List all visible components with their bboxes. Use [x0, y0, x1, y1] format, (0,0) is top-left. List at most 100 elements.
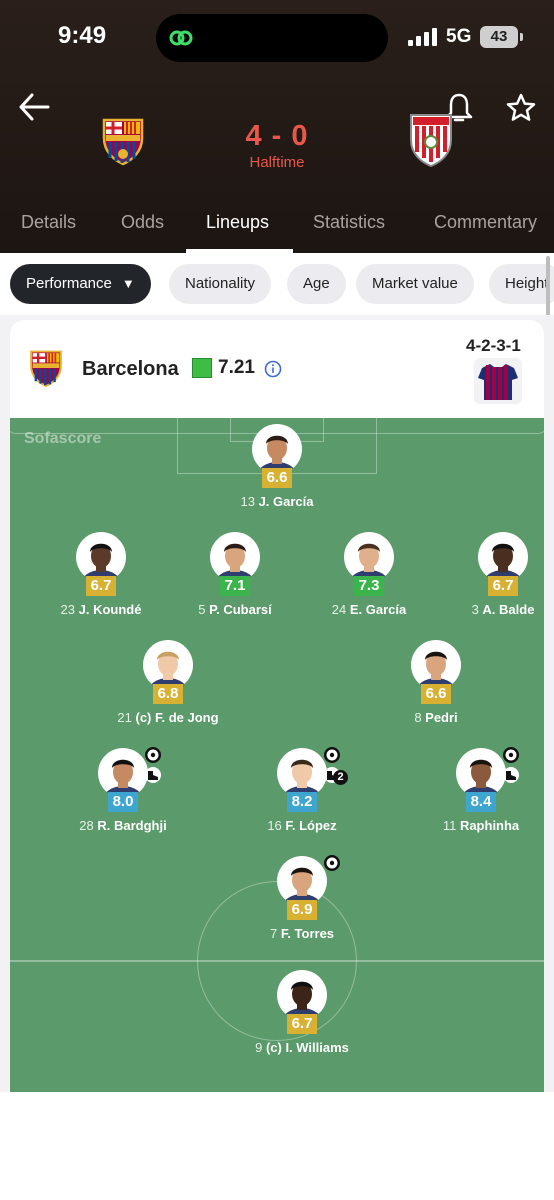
- dynamic-island: [156, 14, 388, 62]
- player-name: 8 Pedri: [361, 710, 511, 725]
- player-name-text: J. Koundé: [78, 602, 142, 617]
- match-status: Halftime: [249, 154, 305, 171]
- player-0[interactable]: 6.6 13 J. García: [202, 424, 352, 524]
- player-avatar: [277, 970, 327, 1020]
- chip-performance[interactable]: Performance ▼: [10, 264, 151, 304]
- goal-ball-icon: [324, 747, 340, 763]
- player-name-text: P. Cubarsí: [209, 602, 272, 617]
- player-name: 7 F. Torres: [227, 926, 377, 941]
- player-avatar: [76, 532, 126, 582]
- chip-nationality[interactable]: Nationality: [169, 264, 272, 304]
- barcelona-crest-icon[interactable]: [100, 116, 146, 166]
- player-rating: 6.7: [287, 1014, 317, 1034]
- player-2[interactable]: 7.1 5 P. Cubarsí: [160, 532, 310, 632]
- player-rating: 7.1: [220, 576, 250, 596]
- match-header: 9:49 5G 43 4 - 0 Halftime Details Odds L…: [0, 0, 554, 253]
- battery-icon: 43: [480, 26, 518, 48]
- tab-statistics[interactable]: Statistics: [313, 212, 385, 233]
- player-avatar: [277, 856, 327, 906]
- player-number: 16: [267, 818, 286, 833]
- player-name-text: (c) I. Williams: [265, 1040, 349, 1055]
- player-number: 23: [60, 602, 79, 617]
- player-avatar: [411, 640, 461, 690]
- team-kit[interactable]: [474, 358, 522, 404]
- player-10[interactable]: 6.9 7 F. Torres: [227, 855, 377, 956]
- player-rating: 6.6: [262, 468, 292, 488]
- tab-commentary[interactable]: Commentary: [434, 212, 537, 233]
- player-name-text: F. López: [285, 818, 337, 833]
- player-name: 3 A. Balde: [428, 602, 544, 617]
- player-number: 28: [79, 818, 98, 833]
- team-rating: 7.21: [218, 357, 255, 378]
- player-name: 16 F. López: [227, 818, 377, 833]
- tab-lineups[interactable]: Lineups: [206, 212, 269, 233]
- tab-bar: Details Odds Lineups Statistics Commenta…: [0, 200, 554, 253]
- pitch: Sofascore 6.6 13 J. García 6.7 23 J. Koundé…: [10, 418, 544, 1092]
- shirt-icon: [478, 364, 518, 400]
- player-rating: 6.8: [153, 684, 183, 704]
- chip-market-value[interactable]: Market value: [356, 264, 474, 304]
- player-rating: 8.0: [108, 792, 138, 812]
- player-number: 11: [442, 818, 460, 833]
- chip-performance-label: Performance: [26, 275, 112, 292]
- chip-height[interactable]: Height: [489, 264, 554, 304]
- player-number: 5: [198, 602, 210, 617]
- assist-boot-icon: [145, 767, 161, 783]
- player-rating: 6.7: [86, 576, 116, 596]
- player-avatar: [210, 532, 260, 582]
- network-label: 5G: [446, 26, 472, 47]
- tab-details[interactable]: Details: [21, 212, 76, 233]
- player-name: 21 (c) F. de Jong: [93, 710, 243, 725]
- player-name-text: E. García: [349, 602, 407, 617]
- player-name: 11 Raphinha: [406, 818, 544, 833]
- player-number: 24: [331, 602, 350, 617]
- player-name: 13 J. García: [202, 494, 352, 509]
- player-number: 7: [269, 926, 281, 941]
- player-3[interactable]: 7.3 24 E. García: [294, 532, 444, 632]
- star-icon[interactable]: [505, 92, 537, 124]
- player-number: 3: [471, 602, 483, 617]
- player-number: 8: [414, 710, 426, 725]
- team-name[interactable]: Barcelona: [82, 358, 179, 381]
- status-bar: 9:49 5G 43: [0, 0, 554, 76]
- player-avatar: [98, 748, 148, 798]
- link-icon: [169, 30, 193, 46]
- player-name: 24 E. García: [294, 602, 444, 617]
- player-4[interactable]: 6.7 3 A. Balde: [428, 532, 544, 632]
- player-9[interactable]: 8.4 11 Raphinha: [406, 747, 544, 848]
- goal-ball-icon: [145, 747, 161, 763]
- info-icon[interactable]: [264, 360, 282, 378]
- player-avatar: [252, 424, 302, 474]
- player-7[interactable]: 8.0 28 R. Bardghji: [48, 747, 198, 848]
- player-name-text: Pedri: [425, 710, 458, 725]
- player-5[interactable]: 6.8 21 (c) F. de Jong: [93, 640, 243, 740]
- back-arrow-icon[interactable]: [18, 92, 50, 122]
- player-name-text: Raphinha: [459, 818, 520, 833]
- player-rating: 8.4: [466, 792, 496, 812]
- player-number: 9: [255, 1040, 266, 1055]
- player-rating: 8.2: [287, 792, 317, 812]
- player-name: 28 R. Bardghji: [48, 818, 198, 833]
- player-rating: 6.7: [488, 576, 518, 596]
- player-11[interactable]: 6.7 9 (c) I. Williams: [227, 970, 377, 1070]
- player-1[interactable]: 6.7 23 J. Koundé: [26, 532, 176, 632]
- match-score: 4 - 0: [245, 120, 309, 152]
- player-name-text: R. Bardghji: [97, 818, 167, 833]
- assist-boot-icon: [503, 767, 519, 783]
- player-avatar: [143, 640, 193, 690]
- player-number: 21: [117, 710, 136, 725]
- tab-odds[interactable]: Odds: [121, 212, 164, 233]
- barcelona-crest-icon[interactable]: [28, 348, 64, 388]
- player-rating: 7.3: [354, 576, 384, 596]
- player-name-text: (c) F. de Jong: [135, 710, 219, 725]
- chip-age[interactable]: Age: [287, 264, 346, 304]
- assist-count-badge: 2: [333, 770, 348, 785]
- goal-ball-icon: [503, 747, 519, 763]
- player-name: 5 P. Cubarsí: [160, 602, 310, 617]
- athletic-club-crest-icon[interactable]: [408, 112, 454, 168]
- player-name: 23 J. Koundé: [26, 602, 176, 617]
- player-rating: 6.9: [287, 900, 317, 920]
- player-6[interactable]: 6.6 8 Pedri: [361, 640, 511, 740]
- player-8[interactable]: 8.2 16 F. López 2: [227, 747, 377, 848]
- player-name-text: A. Balde: [482, 602, 535, 617]
